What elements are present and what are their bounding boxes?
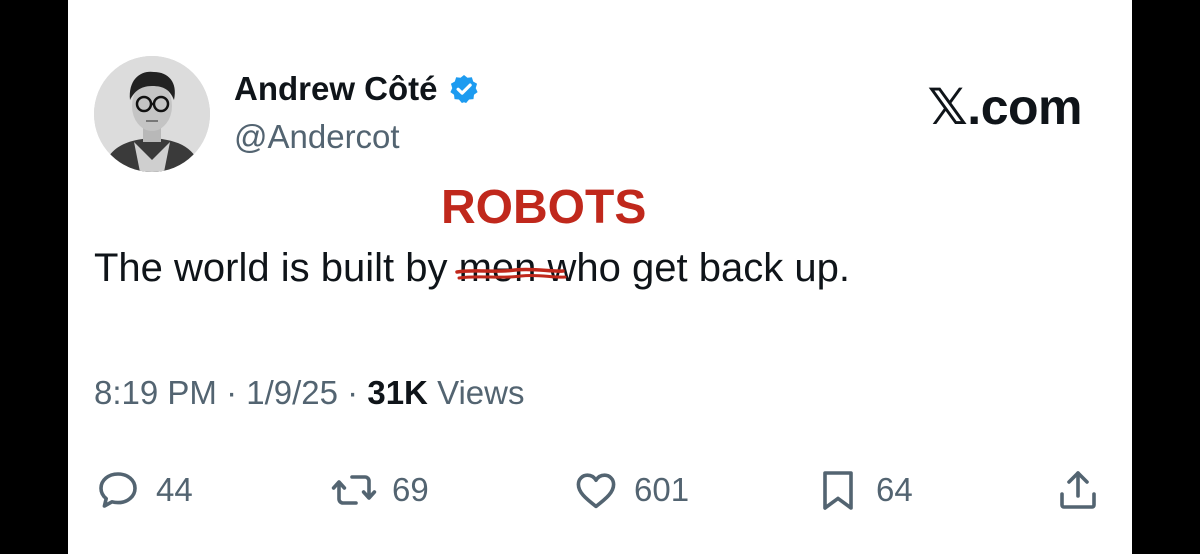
verified-badge-icon [448,73,480,105]
bookmark-button[interactable]: 64 [814,460,913,520]
x-com-logo: 𝕏.com [927,79,1083,135]
like-button[interactable]: 601 [572,460,689,520]
red-strikethrough-scribble [454,267,567,280]
heart-icon [576,473,616,509]
author-handle[interactable]: @Andercot [234,118,400,156]
repost-arrows-icon [331,475,377,505]
share-upload-icon [1060,471,1096,509]
tweet-card: Andrew Côté @Andercot 𝕏.com ROBOTS The w… [68,0,1132,554]
share-button[interactable] [1054,460,1102,520]
tweet-text-part-1: The world is built by [94,246,459,290]
author-name-row[interactable]: Andrew Côté [234,70,480,108]
avatar[interactable] [94,56,210,172]
repost-button[interactable]: 69 [330,460,429,520]
reply-button[interactable]: 44 [94,460,193,520]
bookmark-count: 64 [876,471,913,508]
tweet-time[interactable]: 8:19 PM [94,374,217,411]
bookmark-icon [823,471,853,510]
repost-count: 69 [392,471,429,508]
action-bar: 44 69 601 64 [94,460,1102,520]
views-count: 31K [367,374,428,411]
meta-separator: · [347,374,359,411]
tweet-date[interactable]: 1/9/25 [246,374,338,411]
tweet-text-part-2: who get back up. [536,246,850,290]
tweet-text: The world is built by men who get back u… [94,246,850,291]
reply-count: 44 [156,471,193,508]
like-count: 601 [634,471,690,508]
views-label: Views [437,374,525,411]
tweet-metadata: 8:19 PM · 1/9/25 · 31K Views [94,374,525,412]
author-name[interactable]: Andrew Côté [234,70,438,108]
speech-bubble-icon [99,472,137,508]
meta-separator: · [226,374,238,411]
struck-word: men [454,246,567,291]
avatar-portrait-image [94,56,210,172]
handwritten-annotation: ROBOTS [441,181,647,234]
